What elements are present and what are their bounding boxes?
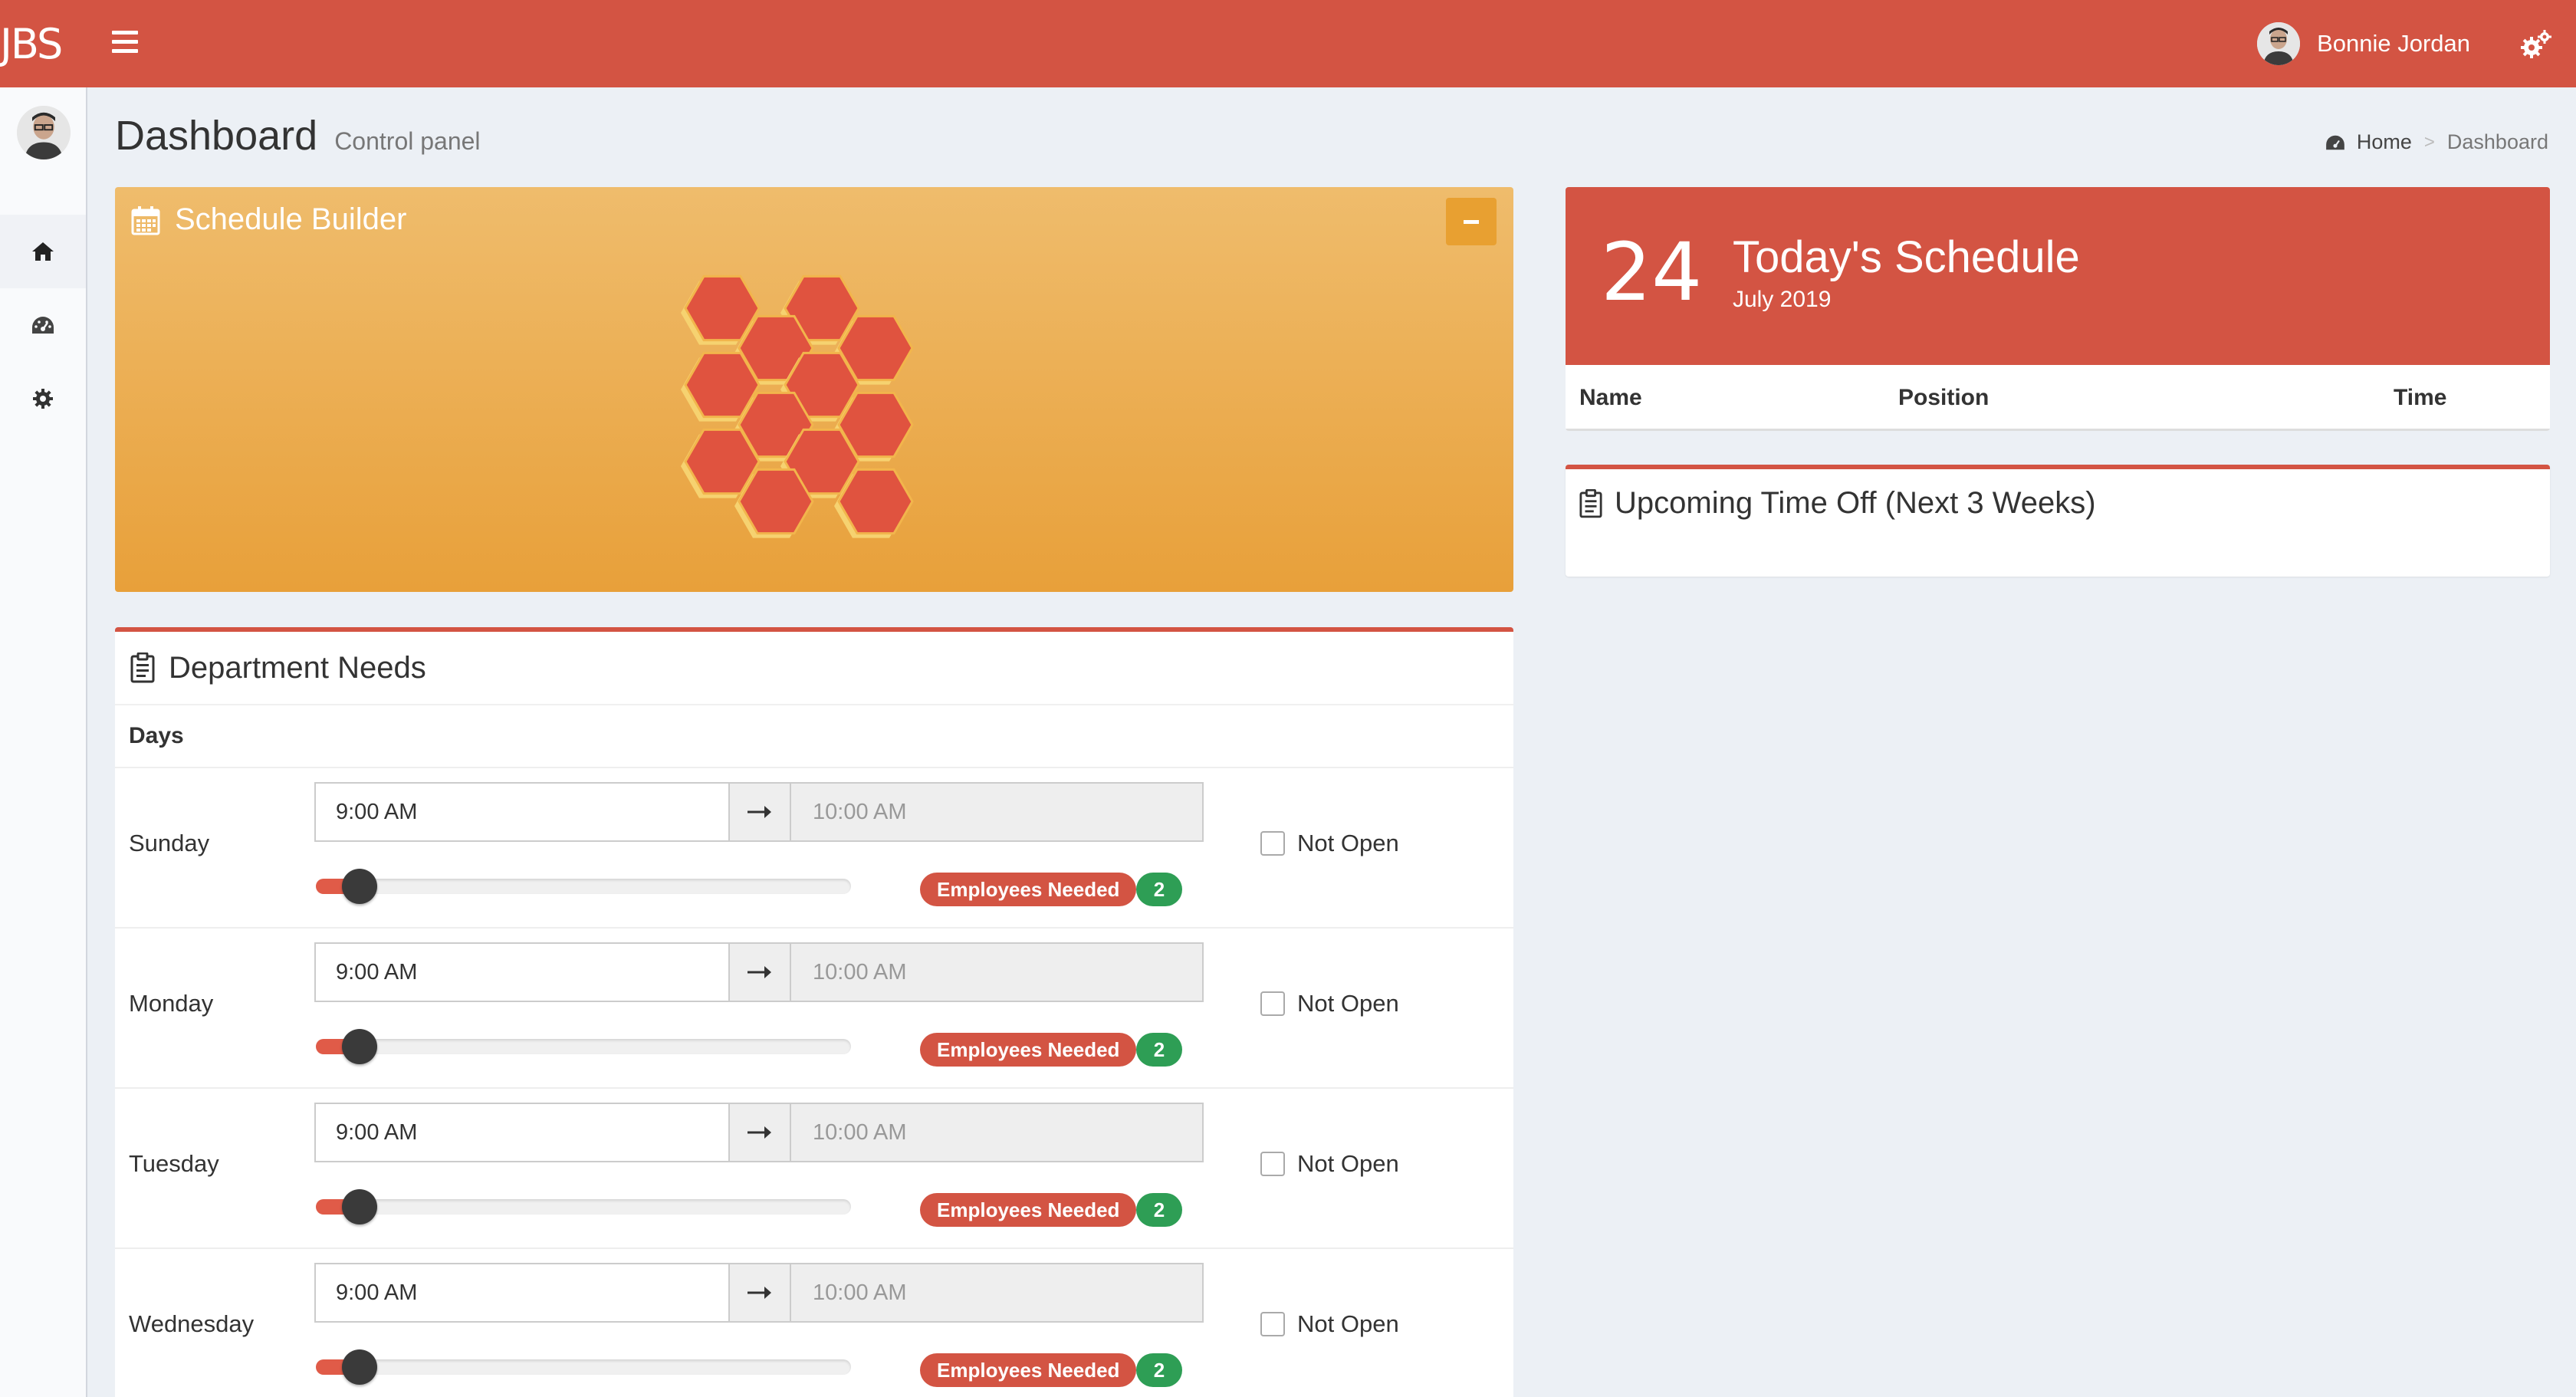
schedule-builder-box: Schedule Builder (115, 187, 1513, 592)
content-header: Dashboard Control panel (115, 112, 481, 159)
column-name: Name (1579, 385, 1642, 410)
end-time-input[interactable]: 10:00 AM (790, 782, 1204, 842)
not-open-toggle[interactable]: Not Open (1260, 1150, 1399, 1178)
start-time-input[interactable]: 9:00 AM (314, 1263, 730, 1323)
dashboard-icon (2326, 135, 2344, 150)
clipboard-icon (130, 652, 155, 683)
not-open-checkbox[interactable] (1260, 991, 1285, 1016)
sidebar-avatar[interactable] (17, 106, 71, 159)
employees-count-badge: 2 (1136, 1033, 1182, 1067)
not-open-checkbox[interactable] (1260, 1312, 1285, 1336)
page: JBS Bonnie Jordan Dashboard Control pane… (0, 0, 2576, 1397)
user-menu[interactable]: Bonnie Jordan (2257, 21, 2470, 66)
day-label: Tuesday (129, 1150, 219, 1177)
page-subtitle: Control panel (334, 127, 481, 155)
gear-icon (33, 389, 53, 409)
avatar (2257, 22, 2301, 65)
user-name: Bonnie Jordan (2317, 30, 2470, 57)
employees-needed-badge: Employees Needed (920, 1033, 1137, 1067)
schedule-builder-title: Schedule Builder (175, 202, 407, 236)
not-open-label: Not Open (1297, 1310, 1399, 1337)
upcoming-time-off-header: Upcoming Time Off (Next 3 Weeks) (1579, 486, 2096, 521)
sidebar-item-settings[interactable] (0, 362, 86, 436)
start-time-input[interactable]: 9:00 AM (314, 942, 730, 1002)
not-open-checkbox[interactable] (1260, 831, 1285, 856)
employees-count-badge: 2 (1136, 1193, 1182, 1227)
column-time: Time (2394, 385, 2447, 410)
slider-handle[interactable] (342, 1029, 377, 1064)
arrow-right-icon (728, 1103, 791, 1162)
sidebar-item-dashboard[interactable] (0, 288, 86, 362)
gears-icon[interactable] (2519, 28, 2553, 61)
days-header: Days (115, 705, 1513, 768)
employees-count-badge: 2 (1136, 873, 1182, 906)
employees-needed-badge: Employees Needed (920, 1193, 1137, 1227)
today-day-number: 24 (1601, 225, 1703, 319)
sidebar (0, 87, 87, 1397)
todays-schedule-table-header: Name Position Time (1566, 365, 2550, 431)
arrow-right-icon (728, 1263, 791, 1323)
department-needs-title: Department Needs (169, 650, 426, 685)
arrow-right-icon (728, 782, 791, 842)
collapse-button[interactable] (1446, 198, 1497, 245)
not-open-label: Not Open (1297, 990, 1399, 1017)
logo[interactable]: JBS (0, 20, 63, 68)
not-open-label: Not Open (1297, 830, 1399, 856)
start-time-input[interactable]: 9:00 AM (314, 782, 730, 842)
employees-slider[interactable] (316, 869, 851, 904)
employees-count-badge: 2 (1136, 1353, 1182, 1387)
end-time-input[interactable]: 10:00 AM (790, 942, 1204, 1002)
schedule-builder-header: Schedule Builder (130, 202, 406, 237)
hamburger-icon[interactable] (112, 31, 138, 54)
page-title: Dashboard (115, 113, 318, 159)
clipboard-icon (1579, 488, 1602, 518)
not-open-label: Not Open (1297, 1150, 1399, 1177)
day-row-wednesday: Wednesday 9:00 AM 10:00 AM Employees Nee… (115, 1249, 1513, 1397)
employees-needed-badge: Employees Needed (920, 1353, 1137, 1387)
top-navbar: JBS Bonnie Jordan (0, 0, 2576, 87)
day-row-tuesday: Tuesday 9:00 AM 10:00 AM Employees Neede… (115, 1089, 1513, 1249)
department-needs-header: Department Needs (115, 632, 1513, 705)
employees-slider[interactable] (316, 1189, 851, 1224)
start-time-input[interactable]: 9:00 AM (314, 1103, 730, 1162)
honeycomb-illustration (681, 274, 914, 538)
breadcrumb: Home > Dashboard (2325, 130, 2548, 154)
employees-slider[interactable] (316, 1029, 851, 1064)
day-row-monday: Monday 9:00 AM 10:00 AM Employees Needed… (115, 929, 1513, 1089)
todays-schedule-header: 24 Today's Schedule July 2019 (1566, 187, 2550, 365)
upcoming-time-off-box: Upcoming Time Off (Next 3 Weeks) (1566, 465, 2550, 577)
slider-handle[interactable] (342, 1349, 377, 1385)
breadcrumb-current: Dashboard (2446, 130, 2548, 153)
calendar-icon (131, 205, 160, 235)
not-open-toggle[interactable]: Not Open (1260, 830, 1399, 857)
slider-handle[interactable] (342, 1189, 377, 1224)
not-open-checkbox[interactable] (1260, 1152, 1285, 1176)
employees-slider[interactable] (316, 1349, 851, 1385)
todays-schedule-box: 24 Today's Schedule July 2019 Name Posit… (1566, 187, 2550, 431)
not-open-toggle[interactable]: Not Open (1260, 990, 1399, 1017)
day-label: Wednesday (129, 1310, 255, 1337)
breadcrumb-separator: > (2423, 131, 2435, 153)
home-icon (32, 242, 54, 261)
breadcrumb-home[interactable]: Home (2357, 130, 2412, 154)
end-time-input[interactable]: 10:00 AM (790, 1263, 1204, 1323)
column-position: Position (1898, 385, 1990, 410)
day-row-sunday: Sunday 9:00 AM 10:00 AM Employees Needed… (115, 768, 1513, 929)
day-label: Sunday (129, 830, 210, 856)
department-needs-box: Department Needs Days Sunday 9:00 AM 10:… (115, 627, 1513, 1397)
slider-handle[interactable] (342, 869, 377, 904)
dashboard-icon (32, 317, 54, 334)
end-time-input[interactable]: 10:00 AM (790, 1103, 1204, 1162)
arrow-right-icon (728, 942, 791, 1002)
upcoming-time-off-title: Upcoming Time Off (Next 3 Weeks) (1615, 486, 2096, 520)
todays-schedule-title: Today's Schedule (1733, 232, 2080, 282)
sidebar-item-home[interactable] (0, 215, 86, 288)
employees-needed-badge: Employees Needed (920, 873, 1137, 906)
not-open-toggle[interactable]: Not Open (1260, 1310, 1399, 1338)
todays-schedule-month: July 2019 (1733, 287, 1832, 312)
day-label: Monday (129, 990, 214, 1017)
